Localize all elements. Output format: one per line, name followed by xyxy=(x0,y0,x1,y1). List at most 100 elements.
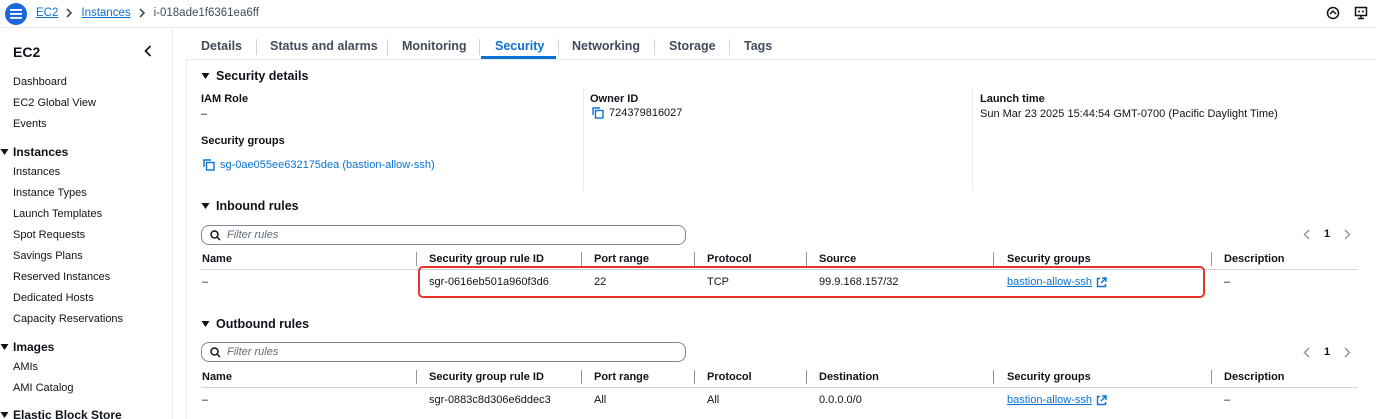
cell-destination: 0.0.0.0/0 xyxy=(819,394,862,406)
column-header-security-groups[interactable]: Security groups xyxy=(1007,371,1091,383)
sidebar-section-label: Elastic Block Store xyxy=(13,408,122,419)
column-header-description[interactable]: Description xyxy=(1224,253,1285,265)
cell-port-range: All xyxy=(594,394,607,406)
cell-rule-id: sgr-0883c8d306e6ddec3 xyxy=(429,394,551,406)
column-header-protocol[interactable]: Protocol xyxy=(707,253,752,265)
tab-details[interactable]: Details xyxy=(201,39,242,53)
copy-icon[interactable] xyxy=(592,107,604,119)
sidebar-item-instances[interactable]: Instances xyxy=(13,166,60,178)
sidebar-item-savings-plans[interactable]: Savings Plans xyxy=(13,250,83,262)
column-header-security-groups[interactable]: Security groups xyxy=(1007,253,1091,265)
column-header-rule-id[interactable]: Security group rule ID xyxy=(429,253,544,265)
security-group-link-text[interactable]: bastion-allow-ssh xyxy=(1007,394,1092,406)
main-content: Details Status and alarms Monitoring Sec… xyxy=(186,28,1376,419)
column-header-description[interactable]: Description xyxy=(1224,371,1285,383)
search-icon xyxy=(210,346,221,358)
owner-id-text: 724379816027 xyxy=(609,107,683,119)
section-title: Inbound rules xyxy=(216,199,299,213)
column-header-port-range[interactable]: Port range xyxy=(594,253,649,265)
chevron-left-icon[interactable] xyxy=(1303,346,1310,358)
inbound-pagination: 1 xyxy=(1303,228,1351,240)
copy-icon[interactable] xyxy=(203,159,215,171)
chevron-right-icon[interactable] xyxy=(1344,228,1351,240)
external-link-icon xyxy=(1096,394,1107,405)
caret-down-icon xyxy=(201,73,210,79)
owner-id-label: Owner ID xyxy=(590,93,639,105)
sidebar-item-instance-types[interactable]: Instance Types xyxy=(13,187,87,199)
sidebar-item-capacity-reservations[interactable]: Capacity Reservations xyxy=(13,313,123,325)
outbound-pagination: 1 xyxy=(1303,346,1351,358)
column-header-source[interactable]: Source xyxy=(819,253,856,265)
menu-button[interactable] xyxy=(5,3,27,25)
sidebar-item-ami-catalog[interactable]: AMI Catalog xyxy=(13,382,74,394)
tab-bar: Details Status and alarms Monitoring Sec… xyxy=(186,28,1376,60)
feedback-icon[interactable] xyxy=(1354,6,1368,23)
owner-id-value: 724379816027 xyxy=(592,107,682,119)
cell-name: – xyxy=(202,276,209,288)
hamburger-icon xyxy=(10,9,22,19)
security-group-link[interactable]: sg-0ae055ee632175dea (bastion-allow-ssh) xyxy=(203,159,435,171)
sidebar-item-global-view[interactable]: EC2 Global View xyxy=(13,97,96,109)
column-header-name[interactable]: Name xyxy=(202,253,232,265)
status-icon[interactable] xyxy=(1326,6,1340,23)
column-header-protocol[interactable]: Protocol xyxy=(707,371,752,383)
outbound-rules-header[interactable]: Outbound rules xyxy=(201,317,309,331)
highlight-box xyxy=(418,266,1205,298)
cell-description: – xyxy=(1224,394,1231,406)
caret-down-icon xyxy=(201,203,210,209)
cell-name: – xyxy=(202,394,209,406)
security-details-header[interactable]: Security details xyxy=(201,69,308,83)
launch-time-label: Launch time xyxy=(980,93,1045,105)
breadcrumb-current: i-018ade1f6361ea6ff xyxy=(153,7,259,19)
security-groups-label: Security groups xyxy=(201,135,285,147)
sidebar-section-instances[interactable]: Instances xyxy=(0,145,68,159)
tab-monitoring[interactable]: Monitoring xyxy=(402,39,467,53)
section-title: Outbound rules xyxy=(216,317,310,331)
sidebar-item-dashboard[interactable]: Dashboard xyxy=(13,76,67,88)
caret-down-icon xyxy=(0,412,9,418)
tab-status-and-alarms[interactable]: Status and alarms xyxy=(270,39,378,53)
caret-down-icon xyxy=(201,321,210,327)
sidebar-section-label: Images xyxy=(13,340,55,354)
tab-storage[interactable]: Storage xyxy=(669,39,716,53)
chevron-left-icon[interactable] xyxy=(1303,228,1310,240)
sidebar-collapse-button[interactable] xyxy=(144,45,152,60)
inbound-filter-field[interactable] xyxy=(227,229,627,241)
column-header-port-range[interactable]: Port range xyxy=(594,371,649,383)
top-bar: EC2 Instances i-018ade1f6361ea6ff xyxy=(0,0,1376,28)
sidebar-section-ebs[interactable]: Elastic Block Store xyxy=(0,408,122,419)
security-group-id[interactable]: sg-0ae055ee632175dea (bastion-allow-ssh) xyxy=(220,159,435,171)
sidebar-item-dedicated-hosts[interactable]: Dedicated Hosts xyxy=(13,292,94,304)
page-number[interactable]: 1 xyxy=(1324,228,1330,240)
chevron-left-icon xyxy=(144,45,152,57)
cell-security-group-link[interactable]: bastion-allow-ssh xyxy=(1007,394,1107,406)
outbound-filter-input[interactable] xyxy=(201,342,686,362)
outbound-filter-field[interactable] xyxy=(227,346,627,358)
page-number[interactable]: 1 xyxy=(1324,346,1330,358)
inbound-rules-header[interactable]: Inbound rules xyxy=(201,199,299,213)
sidebar-section-images[interactable]: Images xyxy=(0,340,54,354)
cell-protocol: All xyxy=(707,394,720,406)
breadcrumb-ec2-link[interactable]: EC2 xyxy=(36,7,58,19)
caret-down-icon xyxy=(0,149,9,155)
sidebar-section-label: Instances xyxy=(13,145,69,159)
breadcrumb: EC2 Instances i-018ade1f6361ea6ff xyxy=(36,7,259,19)
tab-security[interactable]: Security xyxy=(495,39,544,53)
section-title: Security details xyxy=(216,69,309,83)
cell-description: – xyxy=(1224,276,1231,288)
column-header-destination[interactable]: Destination xyxy=(819,371,879,383)
tab-networking[interactable]: Networking xyxy=(572,39,640,53)
chevron-right-icon[interactable] xyxy=(1344,346,1351,358)
iam-role-label: IAM Role xyxy=(201,93,249,105)
sidebar-item-reserved-instances[interactable]: Reserved Instances xyxy=(13,271,110,283)
search-icon xyxy=(210,229,221,241)
sidebar-item-launch-templates[interactable]: Launch Templates xyxy=(13,208,102,220)
inbound-filter-input[interactable] xyxy=(201,225,686,245)
breadcrumb-instances-link[interactable]: Instances xyxy=(81,7,130,19)
sidebar-item-events[interactable]: Events xyxy=(13,118,47,130)
column-header-rule-id[interactable]: Security group rule ID xyxy=(429,371,544,383)
column-header-name[interactable]: Name xyxy=(202,371,232,383)
sidebar-item-amis[interactable]: AMIs xyxy=(13,361,38,373)
sidebar-item-spot-requests[interactable]: Spot Requests xyxy=(13,229,85,241)
tab-tags[interactable]: Tags xyxy=(744,39,772,53)
